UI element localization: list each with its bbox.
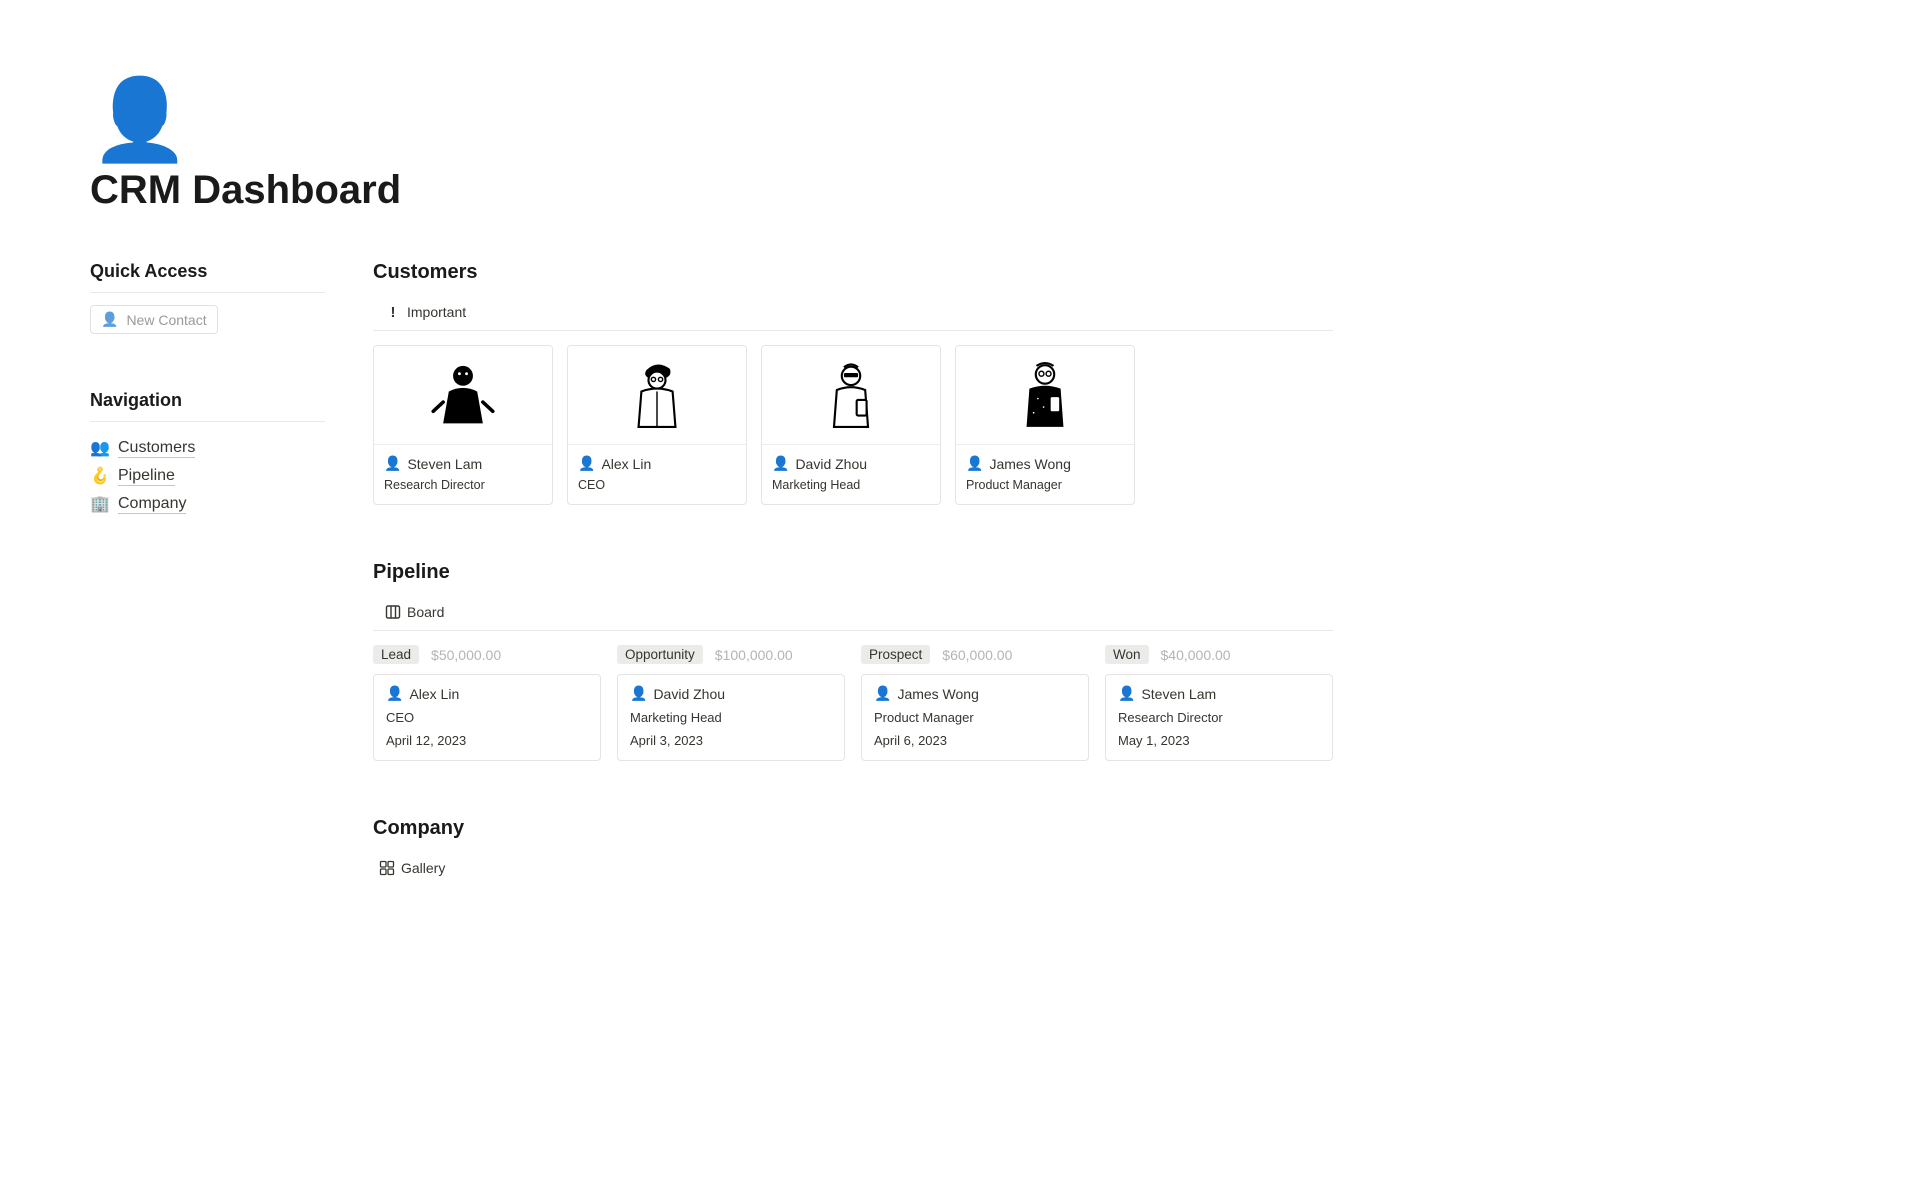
divider: [90, 421, 325, 422]
person-icon: 👤: [874, 685, 891, 702]
divider: [373, 330, 1333, 331]
pipeline-view-tab[interactable]: Board: [373, 600, 448, 630]
pipeline-card-role: Marketing Head: [630, 710, 832, 725]
pipeline-amount: $50,000.00: [431, 647, 501, 663]
divider: [373, 630, 1333, 631]
person-illustration-icon: [1009, 356, 1081, 434]
person-icon: 👤: [384, 455, 401, 472]
pipeline-card[interactable]: 👤 David Zhou Marketing Head April 3, 2023: [617, 674, 845, 761]
company-section: Company Gallery: [373, 817, 1333, 886]
pipeline-tag[interactable]: Won: [1105, 645, 1149, 664]
customers-section: Customers ! Important: [373, 261, 1333, 505]
pipeline-tag[interactable]: Opportunity: [617, 645, 703, 664]
nav-label: Customers: [118, 439, 195, 458]
pipeline-card[interactable]: 👤 Steven Lam Research Director May 1, 202…: [1105, 674, 1333, 761]
board-icon: [385, 604, 401, 620]
person-illustration-icon: [621, 356, 693, 434]
pipeline-card-date: May 1, 2023: [1118, 733, 1320, 748]
nav-label: Pipeline: [118, 467, 175, 486]
page-title: CRM Dashboard: [90, 168, 1830, 213]
quick-access-heading: Quick Access: [90, 261, 325, 282]
person-illustration-icon: [815, 356, 887, 434]
pipeline-card-name: James Wong: [897, 686, 978, 702]
building-icon: 🏢: [90, 494, 110, 514]
customer-name: Alex Lin: [601, 456, 651, 472]
customer-avatar: [568, 346, 746, 444]
person-icon: 👤: [578, 455, 595, 472]
pipeline-card-date: April 3, 2023: [630, 733, 832, 748]
pipeline-heading: Pipeline: [373, 561, 1333, 584]
pipeline-amount: $60,000.00: [942, 647, 1012, 663]
pipeline-section: Pipeline Board Lead $50,000.00 👤 Alex Lin: [373, 561, 1333, 761]
nav-item-company[interactable]: 🏢 Company: [90, 490, 325, 518]
new-contact-label: New Contact: [126, 312, 206, 328]
main-content: Customers ! Important: [373, 261, 1333, 886]
pipeline-card-role: CEO: [386, 710, 588, 725]
new-contact-button[interactable]: 👤 New Contact: [90, 305, 218, 334]
person-icon: 👤: [386, 685, 403, 702]
hook-icon: 🪝: [90, 466, 110, 486]
person-icon: 👤: [630, 685, 647, 702]
important-icon: !: [385, 304, 401, 320]
person-icon: 👤: [772, 455, 789, 472]
person-illustration-icon: [427, 356, 499, 434]
nav-item-pipeline[interactable]: 🪝 Pipeline: [90, 462, 325, 490]
pipeline-card-name: Steven Lam: [1141, 686, 1216, 702]
pipeline-column-opportunity: Opportunity $100,000.00 👤 David Zhou Mark…: [617, 645, 845, 761]
customer-role: Marketing Head: [772, 478, 930, 492]
pipeline-card-name: Alex Lin: [409, 686, 459, 702]
customer-avatar: [762, 346, 940, 444]
divider: [90, 292, 325, 293]
customer-avatar: [956, 346, 1134, 444]
customer-card[interactable]: 👤 Steven Lam Research Director: [373, 345, 553, 505]
customers-view-tab[interactable]: ! Important: [373, 300, 470, 330]
page-icon[interactable]: 👤: [90, 80, 1830, 160]
customers-heading: Customers: [373, 261, 1333, 284]
pipeline-card-role: Research Director: [1118, 710, 1320, 725]
pipeline-tag[interactable]: Prospect: [861, 645, 930, 664]
nav-label: Company: [118, 495, 186, 514]
company-view-label: Gallery: [401, 860, 445, 876]
pipeline-amount: $100,000.00: [715, 647, 793, 663]
customer-name: James Wong: [989, 456, 1070, 472]
pipeline-card[interactable]: 👤 Alex Lin CEO April 12, 2023: [373, 674, 601, 761]
customer-role: Research Director: [384, 478, 542, 492]
navigation-heading: Navigation: [90, 390, 325, 411]
customers-view-label: Important: [407, 304, 466, 320]
pipeline-card[interactable]: 👤 James Wong Product Manager April 6, 202…: [861, 674, 1089, 761]
nav-item-customers[interactable]: 👥 Customers: [90, 434, 325, 462]
customer-card[interactable]: 👤 Alex Lin CEO: [567, 345, 747, 505]
customer-card[interactable]: 👤 James Wong Product Manager: [955, 345, 1135, 505]
pipeline-view-label: Board: [407, 604, 444, 620]
customer-name: Steven Lam: [407, 456, 482, 472]
company-view-tab[interactable]: Gallery: [373, 856, 449, 886]
pipeline-card-name: David Zhou: [653, 686, 725, 702]
pipeline-column-lead: Lead $50,000.00 👤 Alex Lin CEO April 12, …: [373, 645, 601, 761]
pipeline-card-date: April 12, 2023: [386, 733, 588, 748]
person-icon: 👤: [1118, 685, 1135, 702]
pipeline-tag[interactable]: Lead: [373, 645, 419, 664]
pipeline-card-role: Product Manager: [874, 710, 1076, 725]
pipeline-card-date: April 6, 2023: [874, 733, 1076, 748]
pipeline-column-prospect: Prospect $60,000.00 👤 James Wong Product …: [861, 645, 1089, 761]
person-icon: 👤: [101, 311, 118, 328]
pipeline-column-won: Won $40,000.00 👤 Steven Lam Research Dire…: [1105, 645, 1333, 761]
customer-role: Product Manager: [966, 478, 1124, 492]
customer-name: David Zhou: [795, 456, 867, 472]
gallery-icon: [379, 860, 395, 876]
people-icon: 👥: [90, 438, 110, 458]
sidebar: Quick Access 👤 New Contact Navigation 👥 …: [90, 261, 325, 518]
pipeline-amount: $40,000.00: [1161, 647, 1231, 663]
customer-avatar: [374, 346, 552, 444]
person-icon: 👤: [966, 455, 983, 472]
company-heading: Company: [373, 817, 1333, 840]
customer-card[interactable]: 👤 David Zhou Marketing Head: [761, 345, 941, 505]
customer-role: CEO: [578, 478, 736, 492]
